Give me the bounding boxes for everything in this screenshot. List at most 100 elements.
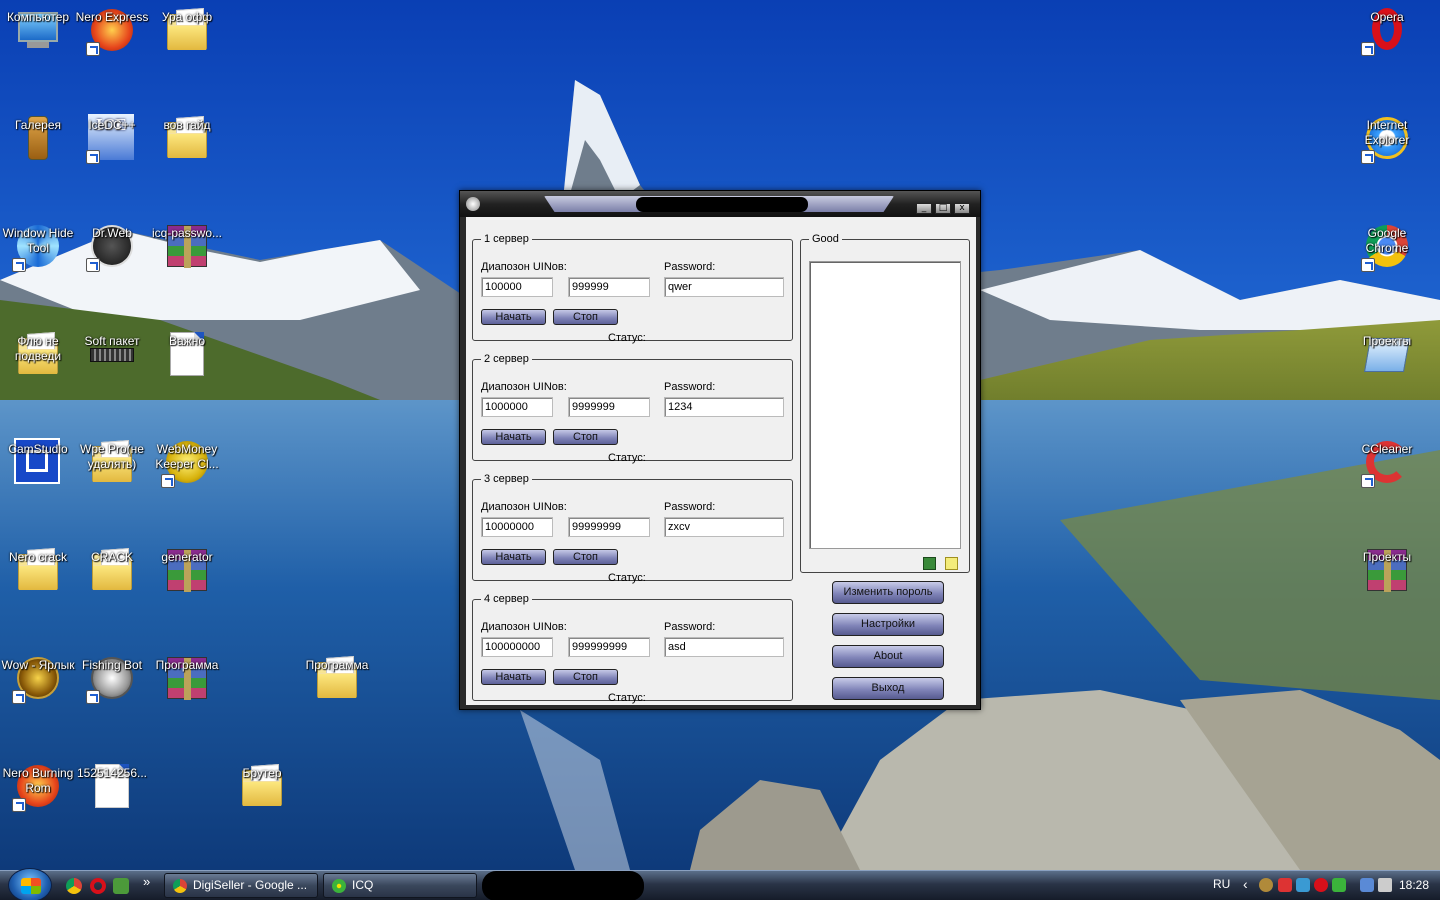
desktop-icon-computer[interactable]: Компьютер [0, 4, 76, 104]
desktop-icon-wow-guide[interactable]: вов гайд [149, 112, 225, 212]
new-file-icon[interactable] [945, 557, 958, 570]
chrome-quicklaunch-icon[interactable] [66, 878, 82, 894]
desktop-icon-drweb[interactable]: Dr.Web [74, 220, 150, 320]
tray-opera-icon[interactable] [1314, 878, 1328, 892]
range-from-input[interactable]: 100000000 [481, 637, 553, 657]
network-icon[interactable] [1360, 878, 1374, 892]
password-label: Password: [664, 621, 716, 633]
desktop-icon-ccleaner[interactable]: CCleaner [1349, 436, 1425, 536]
desktop-icon-projects-archive[interactable]: Проекты [1349, 544, 1425, 644]
status-label: Статус: [608, 332, 646, 344]
tray-icq-icon[interactable] [1332, 878, 1346, 892]
start-button[interactable] [8, 868, 52, 900]
desktop-icon-file-152514256[interactable]: 152514256... [74, 760, 150, 860]
desktop-icon-opera[interactable]: Opera [1349, 4, 1425, 104]
desktop-icon-google-chrome[interactable]: Google Chrome [1349, 220, 1425, 320]
desktop-icon-fishing-bot[interactable]: Fishing Bot [74, 652, 150, 752]
save-icon[interactable] [923, 557, 936, 570]
quicklaunch-overflow-button[interactable]: » [143, 874, 150, 889]
maximize-button[interactable]: □ [935, 203, 951, 214]
range-label: Диапозон UINов: [481, 381, 567, 393]
desktop-icon-generator[interactable]: generator [149, 544, 225, 644]
desktop-icon-projects[interactable]: Проекты [1349, 328, 1425, 428]
desktop-icon-label: IceDC++ [88, 118, 136, 132]
taskbar-button-icq[interactable]: ICQ [323, 873, 477, 898]
password-input[interactable]: asd [664, 637, 784, 657]
stop-button[interactable]: Стоп [553, 429, 618, 445]
range-to-input[interactable]: 999999999 [568, 637, 650, 657]
desktop-icon-label: Google Chrome [1365, 226, 1409, 255]
range-from-input[interactable]: 100000 [481, 277, 553, 297]
minimize-button[interactable]: _ [916, 203, 932, 214]
desktop-icon-internet-explorer[interactable]: Internet Explorer [1349, 112, 1425, 212]
volume-icon[interactable] [1378, 878, 1392, 892]
app-logo-icon [466, 197, 480, 211]
windows-logo-icon [21, 878, 41, 894]
clock[interactable]: 18:28 [1399, 878, 1429, 892]
desktop-icon-nero-crack[interactable]: Nero crack [0, 544, 76, 644]
password-input[interactable]: zxcv [664, 517, 784, 537]
desktop-icon-icq-password[interactable]: icq-passwo... [149, 220, 225, 320]
desktop-icon-webmoney[interactable]: WebMoney Keeper Cl... [149, 436, 225, 536]
about-button[interactable]: About [832, 645, 944, 668]
password-input[interactable]: qwer [664, 277, 784, 297]
start-button[interactable]: Начать [481, 429, 546, 445]
show-hidden-icons-button[interactable]: ‹ [1243, 876, 1248, 892]
desktop-icon-wpe-pro[interactable]: Wpe Pro(не удалять) [74, 436, 150, 536]
start-button[interactable]: Начать [481, 669, 546, 685]
desktop-icon-flu[interactable]: Флю не подведи [0, 328, 76, 428]
range-label: Диапозон UINов: [481, 501, 567, 513]
tray-update-icon[interactable] [1296, 878, 1310, 892]
stop-button[interactable]: Стоп [553, 549, 618, 565]
desktop-icon-bruter[interactable]: Брутер [224, 760, 300, 860]
settings-button[interactable]: Настройки [832, 613, 944, 636]
desktop-icon-camstudio[interactable]: CamStudio [0, 436, 76, 536]
exit-button[interactable]: Выход [832, 677, 944, 700]
desktop-icon-wow[interactable]: Wow - Ярлык [0, 652, 76, 752]
desktop-icon-label: Window Hide Tool [2, 226, 74, 255]
status-label: Статус: [608, 692, 646, 704]
desktop-icon-label: 152514256... [76, 766, 148, 780]
desktop-icon-label: Ура офф [161, 10, 213, 24]
desktop-icon-important[interactable]: Важно [149, 328, 225, 428]
desktop-icon-label: вов гайд [163, 118, 211, 132]
opera-quicklaunch-icon[interactable] [90, 878, 106, 894]
range-to-input[interactable]: 99999999 [568, 517, 650, 537]
desktop-icon-icedc[interactable]: ICE IceDC++ [74, 112, 150, 212]
close-button[interactable]: x [954, 203, 970, 214]
desktop-icon-ura-off[interactable]: Ура офф [149, 4, 225, 104]
server-group-title: 3 сервер [484, 473, 529, 485]
desktop-icon-nero-burning-rom[interactable]: Nero Burning Rom [0, 760, 76, 860]
password-input[interactable]: 1234 [664, 397, 784, 417]
language-indicator[interactable]: RU [1213, 877, 1230, 891]
range-from-input[interactable]: 10000000 [481, 517, 553, 537]
tray-antivirus-icon[interactable] [1278, 878, 1292, 892]
desktop-icon-crack[interactable]: CRACK [74, 544, 150, 644]
taskbar-button-digiseller[interactable]: DigiSeller - Google ... [164, 873, 318, 898]
desktop-icon-label: Программа [305, 658, 369, 672]
change-password-button[interactable]: Изменить пороль [832, 581, 944, 604]
desktop-icon-label: Internet Explorer [1364, 118, 1410, 147]
tray-app-icon[interactable] [1259, 878, 1273, 892]
desktop-icon-gallery[interactable]: Галерея [0, 112, 76, 212]
status-label: Статус: [608, 572, 646, 584]
stop-button[interactable]: Стоп [553, 669, 618, 685]
desktop-icon-program-archive[interactable]: Программа [149, 652, 225, 752]
desktop-icon-program-folder[interactable]: Программа [299, 652, 375, 752]
desktop-icon-nero-express[interactable]: Nero Express [74, 4, 150, 104]
good-results-list[interactable] [809, 261, 961, 549]
desktop-icon-label: Программа [155, 658, 219, 672]
password-label: Password: [664, 261, 716, 273]
desktop-icon-soft-pack[interactable]: Soft пакет [74, 328, 150, 428]
app-quicklaunch-icon[interactable] [113, 878, 129, 894]
server-group-title: 2 сервер [484, 353, 529, 365]
password-label: Password: [664, 381, 716, 393]
start-button[interactable]: Начать [481, 549, 546, 565]
range-to-input[interactable]: 999999 [568, 277, 650, 297]
range-from-input[interactable]: 1000000 [481, 397, 553, 417]
range-to-input[interactable]: 9999999 [568, 397, 650, 417]
start-button[interactable]: Начать [481, 309, 546, 325]
stop-button[interactable]: Стоп [553, 309, 618, 325]
title-bar[interactable]: _ □ x [460, 191, 980, 217]
desktop-icon-window-hide-tool[interactable]: Window Hide Tool [0, 220, 76, 320]
